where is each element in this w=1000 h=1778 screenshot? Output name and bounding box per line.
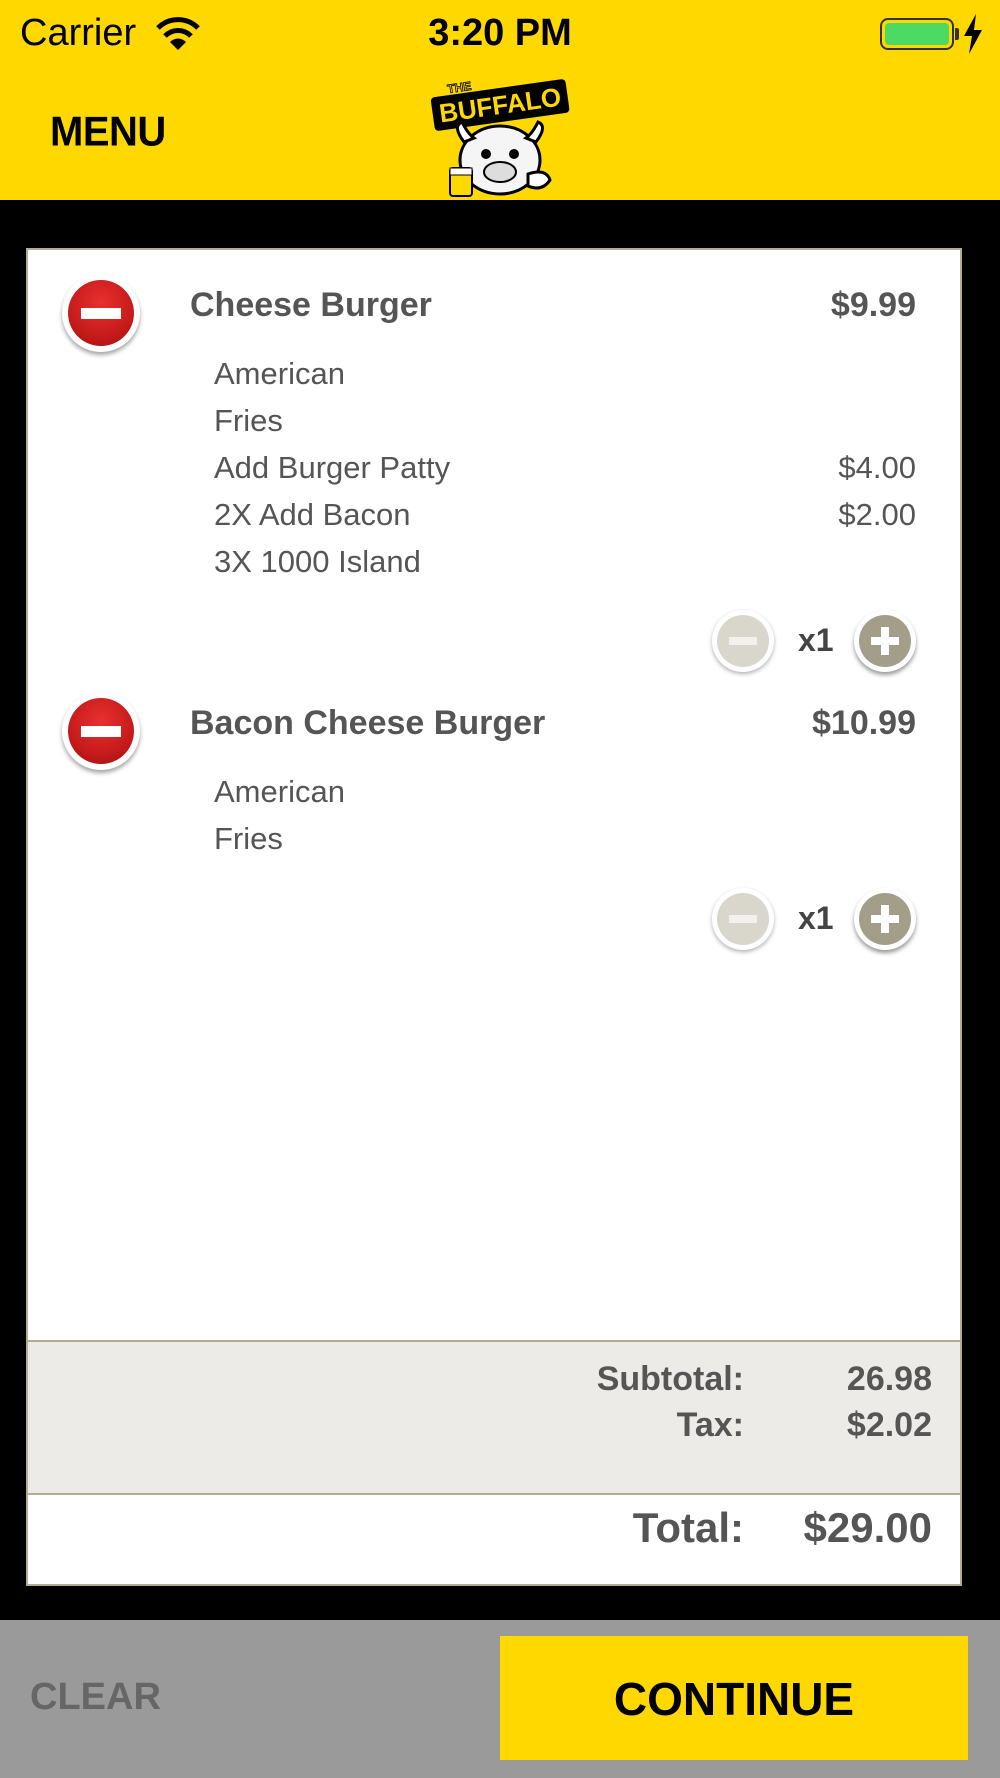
increase-quantity-button[interactable] <box>854 610 916 672</box>
order-screen: Carrier 3:20 PM MENU THE BUFFALO Cheese … <box>0 0 1000 1778</box>
modifier-price: $4.00 <box>838 450 916 485</box>
item-price: $10.99 <box>812 704 916 742</box>
status-bar: Carrier 3:20 PM <box>0 0 1000 70</box>
modifier-name: American <box>214 774 345 809</box>
modifier-name: Add Burger Patty <box>214 450 451 485</box>
header-bar: Carrier 3:20 PM MENU THE BUFFALO <box>0 0 1000 200</box>
subtotal-section: Subtotal: 26.98 Tax: $2.02 <box>28 1340 960 1495</box>
modifier-name: 2X Add Bacon <box>214 497 411 532</box>
remove-item-button[interactable] <box>62 274 140 352</box>
item-name: Cheese Burger <box>190 286 432 324</box>
total-label: Total: <box>632 1504 744 1551</box>
minus-icon <box>717 615 769 667</box>
subtotal-label: Subtotal: <box>596 1360 744 1398</box>
modifier-name: 3X 1000 Island <box>214 544 421 579</box>
decrease-quantity-button[interactable] <box>712 610 774 672</box>
increase-quantity-button[interactable] <box>854 888 916 950</box>
charging-bolt-icon <box>964 14 982 54</box>
battery-tip <box>955 28 959 40</box>
subtotal-value: 26.98 <box>846 1360 932 1398</box>
remove-item-button[interactable] <box>62 692 140 770</box>
menu-button[interactable]: MENU <box>50 109 166 156</box>
buffalo-logo: THE BUFFALO <box>430 79 570 197</box>
plus-icon <box>859 893 911 945</box>
quantity-value: x1 <box>798 900 834 936</box>
clock-label: 3:20 PM <box>428 12 572 54</box>
item-name: Bacon Cheese Burger <box>190 704 546 742</box>
modifier-price: $2.00 <box>838 497 916 532</box>
battery-icon <box>880 18 954 50</box>
modifier-name: American <box>214 356 345 391</box>
bottom-action-bar: CLEAR CONTINUE <box>0 1620 1000 1778</box>
total-value: $29.00 <box>803 1504 932 1551</box>
modifier-name: Fries <box>214 821 283 856</box>
remove-icon <box>68 698 134 764</box>
plus-icon <box>859 615 911 667</box>
modifier-name: Fries <box>214 403 283 438</box>
continue-button[interactable]: CONTINUE <box>500 1636 968 1760</box>
item-price: $9.99 <box>830 286 916 324</box>
tax-value: $2.02 <box>846 1406 932 1444</box>
clear-button[interactable]: CLEAR <box>30 1676 161 1719</box>
order-card: Cheese Burger $9.99 American Fries Add B… <box>26 248 962 1586</box>
remove-icon <box>68 280 134 346</box>
minus-icon <box>717 893 769 945</box>
decrease-quantity-button[interactable] <box>712 888 774 950</box>
quantity-value: x1 <box>798 622 834 658</box>
tax-label: Tax: <box>676 1406 744 1444</box>
